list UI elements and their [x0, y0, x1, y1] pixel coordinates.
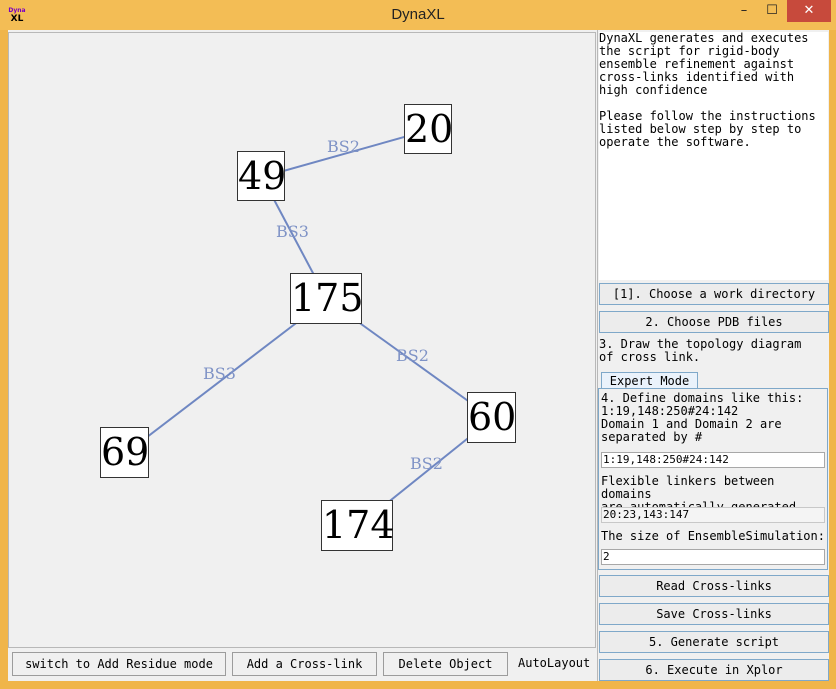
add-crosslink-button[interactable]: Add a Cross-link — [232, 652, 377, 676]
node-label: 20 — [405, 107, 454, 151]
edge-label-60-174: BS2 — [410, 454, 443, 473]
client-area: 20 49 175 60 69 174 BS2 BS3 BS2 BS3 BS2 … — [8, 30, 829, 681]
expert-mode-panel: 4. Define domains like this: 1:19,148:25… — [598, 388, 828, 570]
close-icon[interactable]: ✕ — [787, 0, 831, 22]
minimize-icon[interactable]: – — [730, 0, 758, 22]
edge-label-49-20: BS2 — [327, 137, 360, 156]
node-label: 49 — [238, 154, 287, 198]
edge-label-49-175: BS3 — [276, 222, 309, 241]
title-bar: Dyna XL DynaXL – ☐ ✕ — [0, 0, 836, 30]
node-label: 174 — [322, 503, 395, 547]
ensemble-size-label: The size of EnsembleSimulation: — [601, 529, 825, 543]
window-title: DynaXL — [391, 6, 445, 23]
generate-script-button[interactable]: 5. Generate script — [599, 631, 829, 653]
node-69[interactable]: 69 — [100, 427, 149, 478]
choose-pdb-files-button[interactable]: 2. Choose PDB files — [599, 311, 829, 333]
edge-label-175-60: BS2 — [396, 346, 429, 365]
node-label: 175 — [291, 276, 364, 320]
execute-xplor-button[interactable]: 6. Execute in Xplor — [599, 659, 829, 681]
edge-label-175-69: BS3 — [203, 364, 236, 383]
instructions-panel: DynaXL generates and executes the script… — [597, 30, 829, 681]
linkers-field: 20:23,143:147 — [601, 507, 825, 523]
switch-mode-button[interactable]: switch to Add Residue mode — [12, 652, 226, 676]
ensemble-size-field[interactable]: 2 — [601, 549, 825, 565]
step3-text: 3. Draw the topology diagram of cross li… — [599, 337, 802, 364]
node-60[interactable]: 60 — [467, 392, 516, 443]
save-crosslinks-button[interactable]: Save Cross-links — [599, 603, 829, 625]
node-label: 69 — [101, 430, 150, 474]
read-crosslinks-button[interactable]: Read Cross-links — [599, 575, 829, 597]
node-20[interactable]: 20 — [404, 104, 454, 154]
topology-canvas[interactable]: 20 49 175 60 69 174 BS2 BS3 BS2 BS3 BS2 — [8, 32, 596, 648]
domain-definition-field[interactable]: 1:19,148:250#24:142 — [601, 452, 825, 468]
node-175[interactable]: 175 — [290, 273, 364, 324]
node-49[interactable]: 49 — [237, 151, 287, 201]
choose-work-directory-button[interactable]: [1]. Choose a work directory — [599, 283, 829, 305]
autolayout-button[interactable]: AutoLayout — [518, 656, 590, 670]
node-label: 60 — [468, 395, 517, 439]
description-text: DynaXL generates and executes the script… — [599, 32, 828, 280]
node-174[interactable]: 174 — [321, 500, 395, 551]
maximize-icon[interactable]: ☐ — [758, 0, 786, 22]
edges-layer — [124, 129, 494, 528]
delete-object-button[interactable]: Delete Object — [383, 652, 508, 676]
step4-text: 4. Define domains like this: 1:19,148:25… — [601, 391, 804, 444]
tab-expert-mode[interactable]: Expert Mode — [601, 372, 698, 389]
